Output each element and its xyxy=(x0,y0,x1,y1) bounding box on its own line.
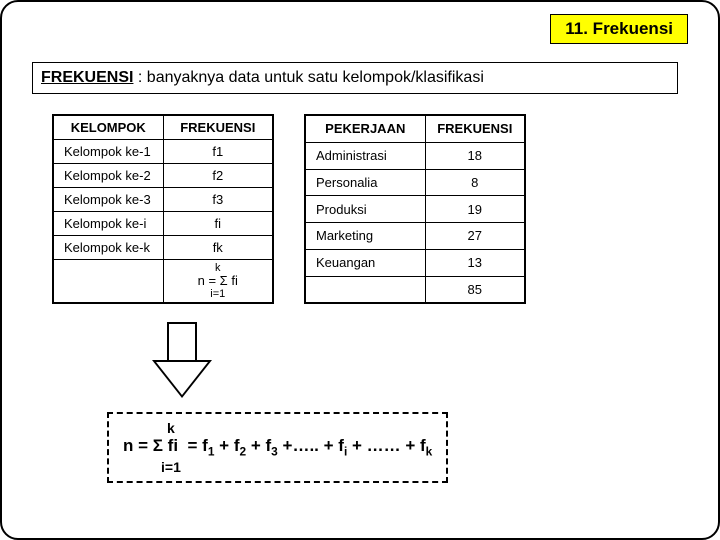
table-row: Produksi19 xyxy=(305,196,525,223)
tables-container: KELOMPOK FREKUENSI Kelompok ke-1f1 Kelom… xyxy=(52,114,526,304)
col-kelompok: KELOMPOK xyxy=(53,115,163,140)
table-row: Kelompok ke-3f3 xyxy=(53,188,273,212)
table-row: Kelompok ke-1f1 xyxy=(53,140,273,164)
table-total-row: 85 xyxy=(305,276,525,303)
equation-mid: n = Σ fi = f1 + f2 + f3 +….. + fi + …… +… xyxy=(123,436,432,459)
table-header-row: PEKERJAAN FREKUENSI xyxy=(305,115,525,142)
definition-box: FREKUENSI : banyaknya data untuk satu ke… xyxy=(32,62,678,94)
definition-text: : banyaknya data untuk satu kelompok/kla… xyxy=(133,69,483,86)
job-frequency-table: PEKERJAAN FREKUENSI Administrasi18 Perso… xyxy=(304,114,526,304)
table-row: Administrasi18 xyxy=(305,142,525,169)
down-arrow-icon xyxy=(152,322,212,402)
equation-box: k n = Σ fi = f1 + f2 + f3 +….. + fi + ……… xyxy=(107,412,448,483)
col-frekuensi: FREKUENSI xyxy=(163,115,273,140)
table-header-row: KELOMPOK FREKUENSI xyxy=(53,115,273,140)
group-frequency-table: KELOMPOK FREKUENSI Kelompok ke-1f1 Kelom… xyxy=(52,114,274,304)
table-row: Personalia8 xyxy=(305,169,525,196)
col-frekuensi: FREKUENSI xyxy=(425,115,525,142)
table-row: Kelompok ke-2f2 xyxy=(53,164,273,188)
sigma-formula-cell: k n = Σ fi i=1 xyxy=(163,260,273,304)
definition-term: FREKUENSI xyxy=(41,69,133,86)
slide-number-title: 11. Frekuensi xyxy=(550,14,688,44)
table-row: Kelompok ke-ifi xyxy=(53,212,273,236)
total-value: 85 xyxy=(425,276,525,303)
equation-top: k xyxy=(167,420,432,436)
equation-bot: i=1 xyxy=(161,459,432,475)
table-row: Kelompok ke-kfk xyxy=(53,236,273,260)
table-row: Marketing27 xyxy=(305,223,525,250)
table-formula-row: k n = Σ fi i=1 xyxy=(53,260,273,304)
col-pekerjaan: PEKERJAAN xyxy=(305,115,425,142)
table-row: Keuangan13 xyxy=(305,249,525,276)
slide-frame: 11. Frekuensi FREKUENSI : banyaknya data… xyxy=(0,0,720,540)
